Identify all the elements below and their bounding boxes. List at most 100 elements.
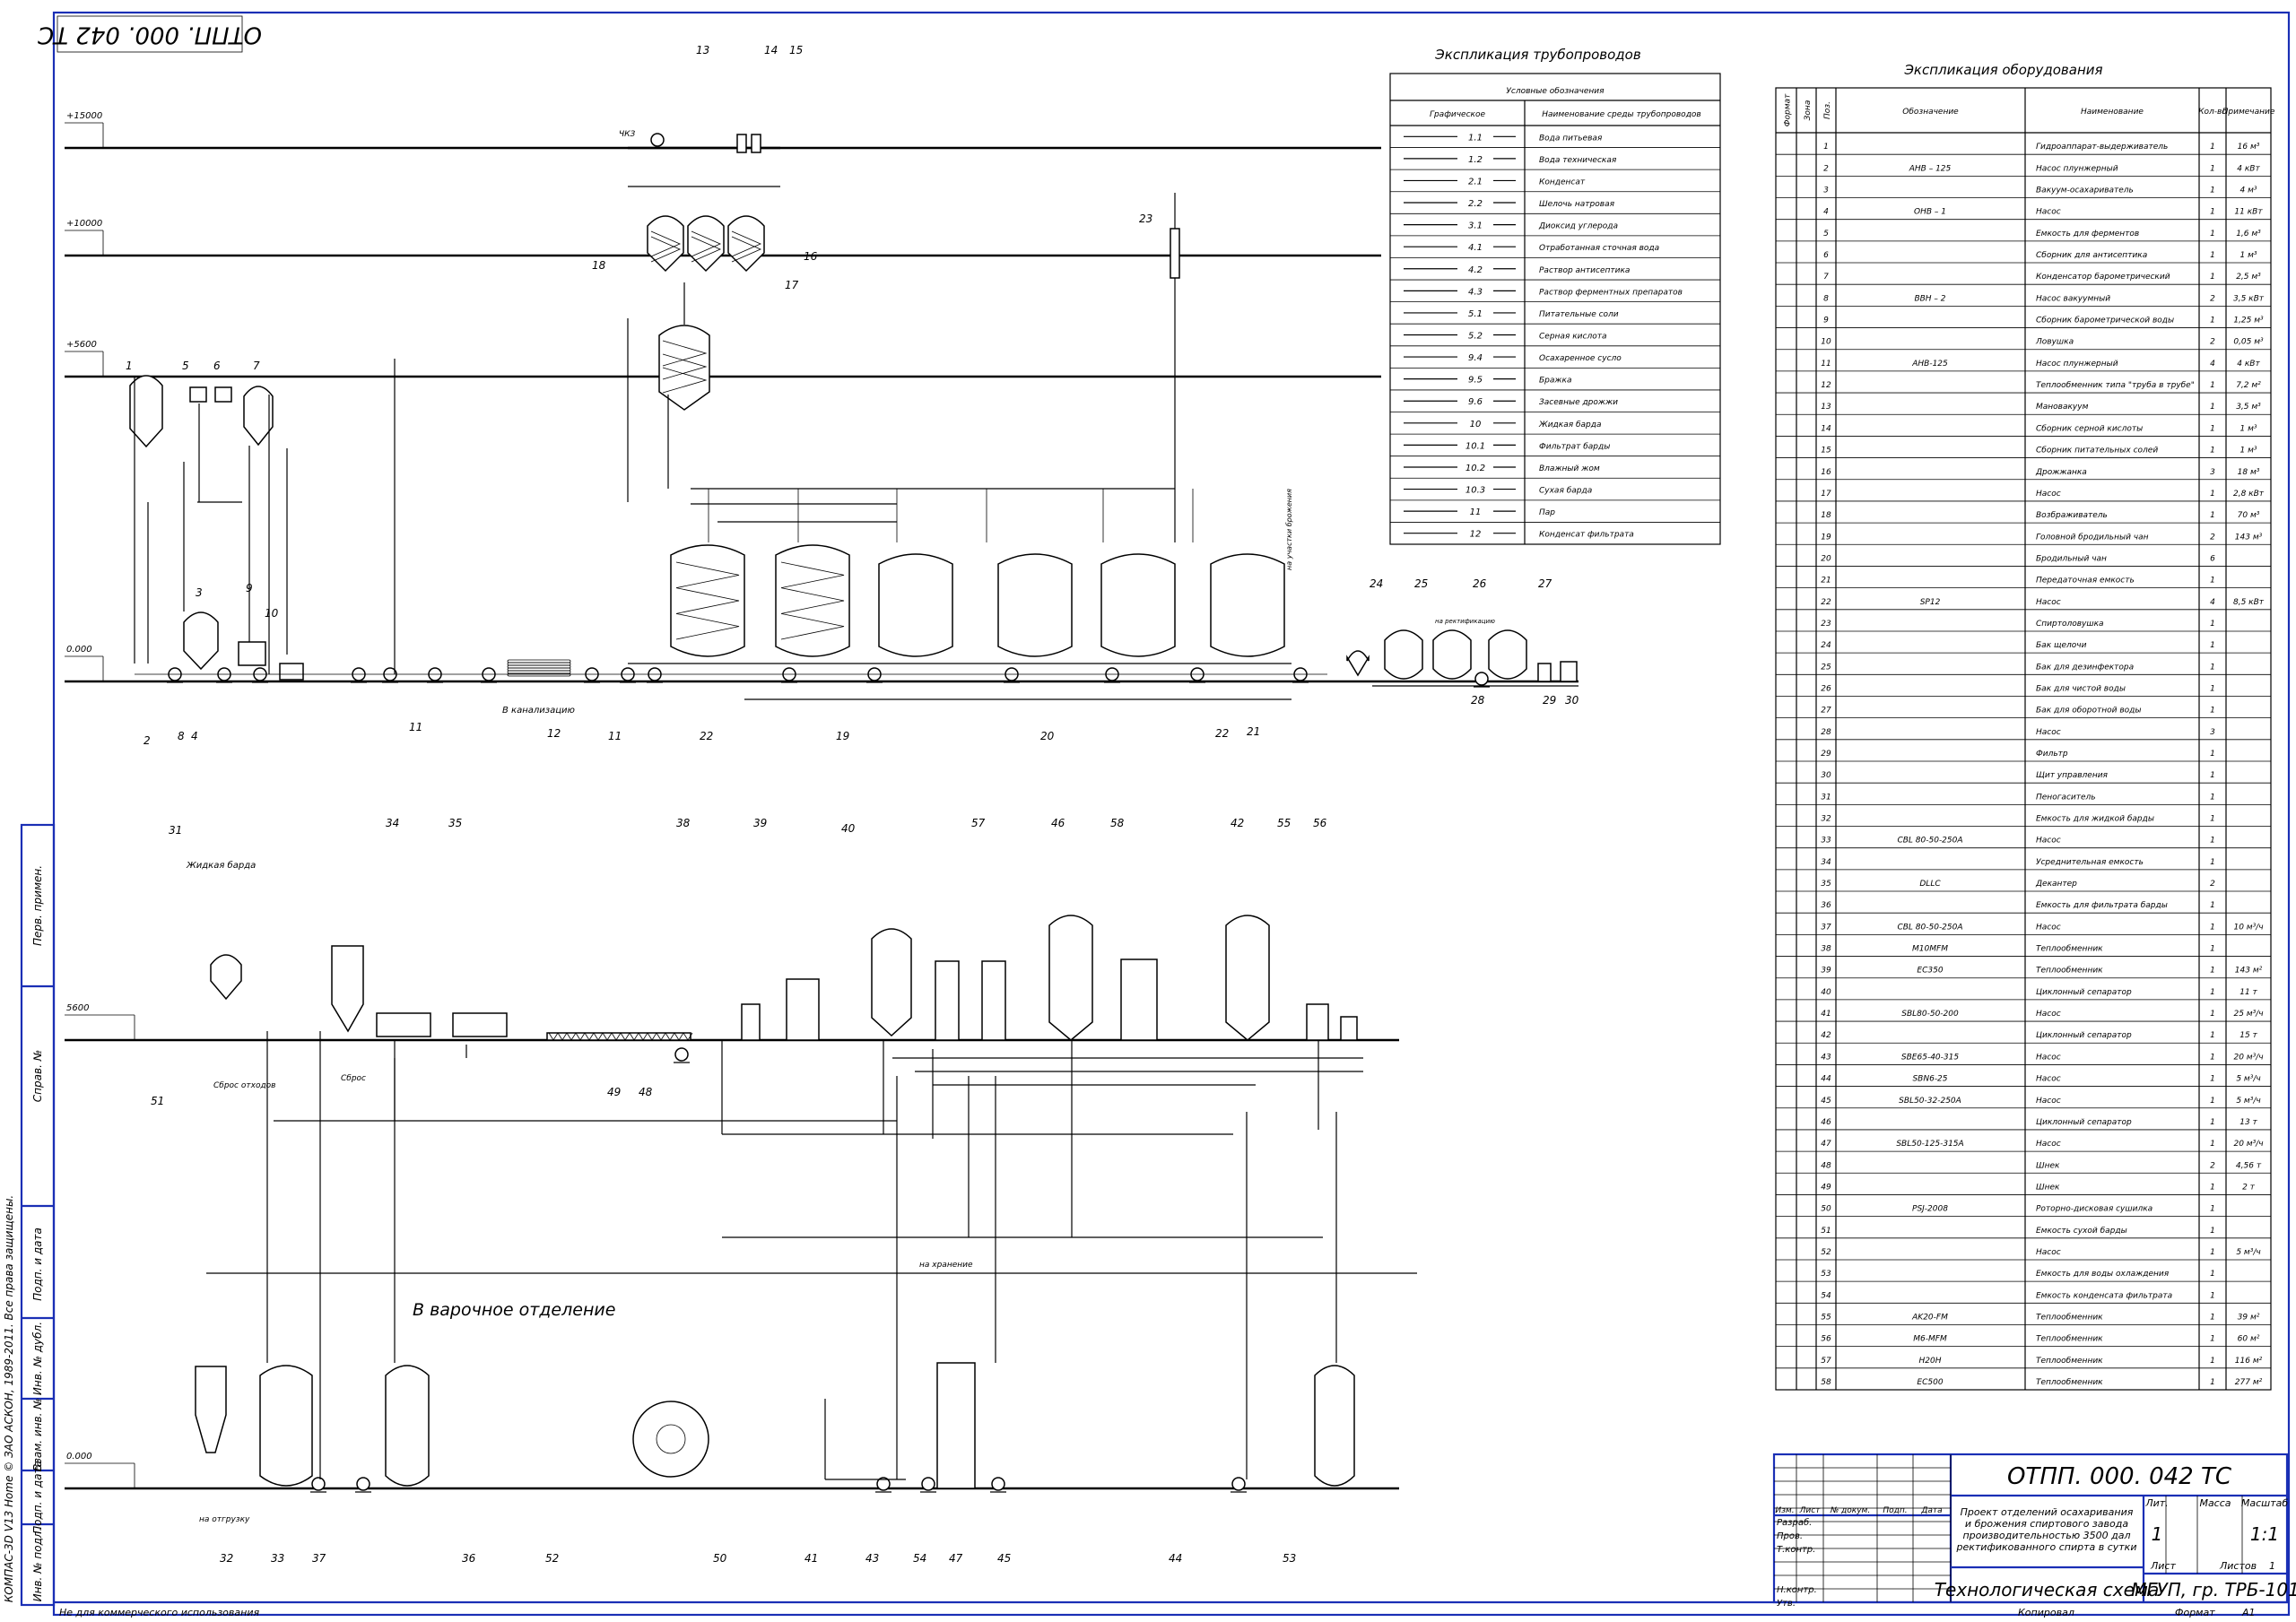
equipment-name: Насос плунжерный [2036, 360, 2118, 369]
equipment-note: 4 кВт [2237, 164, 2260, 173]
equipment-name: Насос плунжерный [2036, 164, 2118, 173]
condenser-7 [243, 386, 274, 447]
position-callout: 8 [178, 730, 185, 742]
equipment-pos: 44 [1821, 1075, 1831, 1084]
equipment-header: Зона [1804, 100, 1813, 121]
discharge-note: Сброс отходов [213, 1081, 275, 1090]
position-callout: 25 [1414, 577, 1428, 590]
cyclone-separator-40 [871, 928, 912, 1037]
equipment-note: 5 м³/ч [2236, 1097, 2260, 1106]
equipment-pos: 31 [1821, 793, 1831, 802]
title-description: и брожения спиртового завода [1965, 1518, 2128, 1530]
pipeline-code: 5.2 [1468, 332, 1483, 342]
title-change-col: Дата [1920, 1506, 1942, 1515]
position-callout: 49 [607, 1086, 621, 1098]
position-callout: 16 [804, 250, 818, 263]
equipment-pos: 53 [1821, 1270, 1831, 1279]
heat-exchanger-12 [507, 672, 571, 677]
equipment-designation: ВВН – 2 [1914, 294, 1945, 303]
equipment-pos: 25 [1821, 663, 1831, 672]
title-description: ректификованного спирта в сутки [1956, 1541, 2137, 1553]
transfer-tank-21 [1210, 553, 1285, 657]
title-description-source: Проект отделений осахаривания и брожения… [0, 0, 64, 1]
equipment-name: Насос [2036, 1053, 2061, 1062]
heat-exchanger-12 [507, 667, 571, 672]
fermenter-20 [1100, 553, 1176, 657]
position-callout: 24 [1370, 577, 1383, 590]
title-role: Разраб. [1777, 1517, 1812, 1528]
equipment-pos: 34 [1821, 858, 1831, 867]
equipment-pos: 12 [1821, 381, 1831, 390]
title-description: производительностью 3500 дал [1962, 1530, 2130, 1541]
pipeline-name: Осахаренное сусло [1539, 354, 1622, 363]
position-callout: 50 [713, 1552, 727, 1565]
position-callout: 12 [547, 727, 561, 740]
equipment-pos: 37 [1821, 923, 1831, 932]
level-mark: 0.000 [66, 1452, 92, 1462]
pipeline-code: 10.1 [1465, 441, 1485, 451]
left-strip-label: Перв. примен. [31, 865, 44, 946]
equipment-pos: 38 [1821, 945, 1831, 954]
defoamer-31 [210, 954, 242, 1001]
fermenter-20 [997, 553, 1073, 657]
equipment-designation: SBL80-50-200 [1901, 1010, 1959, 1019]
left-strip-label: Подп. и дата [31, 1461, 44, 1534]
pipeline-name: Серная кислота [1539, 333, 1606, 342]
equipment-pos: 33 [1821, 837, 1831, 846]
equipment-name: Насос [2036, 598, 2061, 607]
pipeline-name: Питательные соли [1539, 310, 1619, 319]
equipment-designation: АНВ-125 [1911, 360, 1948, 369]
equipment-name: Ловушка [2035, 338, 2074, 347]
equipment-note: 2 т [2242, 1183, 2256, 1192]
left-strip-label: Инв. № подл. [31, 1528, 44, 1602]
equipment-name: Насос [2036, 1140, 2061, 1149]
equipment-name: Насос [2036, 837, 2061, 846]
equipment-name: Теплообменник типа "труба в трубе" [2036, 381, 2195, 390]
liquid-vinasse-note: Жидкая барда [186, 860, 256, 871]
equipment-qty: 1 [2210, 208, 2215, 217]
equipment-header: Обозначение [1902, 108, 1959, 117]
equipment-qty: 1 [2210, 577, 2215, 585]
left-strip-label: Подп. и дата [31, 1227, 44, 1301]
equipment-pos: 11 [1821, 360, 1831, 369]
position-callout: 35 [448, 817, 462, 829]
equipment-qty: 1 [2210, 1118, 2215, 1127]
equipment-note: 11 т [2239, 988, 2257, 997]
pipeline-name: Фильтрат барды [1539, 442, 1610, 451]
position-callout: 30 [1565, 694, 1579, 707]
equipment-note: 20 м³/ч [2233, 1053, 2263, 1062]
equipment-note: 116 м² [2235, 1357, 2263, 1366]
position-callout: 37 [312, 1552, 326, 1565]
equipment-pos: 42 [1821, 1031, 1831, 1040]
equipment-name: Емкость для фильтрата барды [2036, 901, 2168, 910]
cyclone-separator-42 [1225, 915, 1270, 1041]
equipment-qty: 1 [2210, 901, 2215, 910]
to-sewer-note: В канализацию [502, 706, 575, 716]
position-callout: 36 [462, 1552, 476, 1565]
equipment-qty: 1 [2210, 1378, 2215, 1387]
equipment-name: Пеногаситель [2036, 793, 2096, 802]
level-mark: +5600 [66, 340, 97, 350]
clean-water-tank-26 [1432, 629, 1472, 680]
equipment-qty: 2 [2210, 294, 2215, 303]
equipment-qty: 1 [2210, 1227, 2215, 1236]
equipment-designation: АНВ – 125 [1909, 164, 1952, 173]
equipment-pos: 13 [1821, 403, 1831, 412]
position-callout: 55 [1277, 817, 1291, 829]
pipeline-name: Конденсат фильтрата [1539, 531, 1634, 540]
pipeline-table [1389, 73, 1721, 545]
equipment-qty: 1 [2210, 403, 2215, 412]
equipment-pos: 45 [1821, 1097, 1831, 1106]
software-notice: КОМПАС-3D V13 Home © ЗАО АСКОН, 1989-201… [3, 1195, 15, 1602]
equipment-qty: 4 [2210, 598, 2215, 607]
equipment-qty: 1 [2210, 164, 2215, 173]
pipeline-code: 1.2 [1468, 155, 1483, 165]
pipeline-name: Сухая барда [1539, 487, 1592, 496]
equipment-designation: SBN6-25 [1912, 1075, 1947, 1084]
equipment-qty: 1 [2210, 945, 2215, 954]
rotary-disc-dryer-50 [632, 1401, 709, 1478]
pipeline-name: Раствор антисептика [1539, 266, 1630, 275]
position-callout: 23 [1139, 213, 1152, 225]
equipment-name: Бак для чистой воды [2036, 684, 2126, 693]
equipment-qty: 3 [2210, 468, 2215, 477]
